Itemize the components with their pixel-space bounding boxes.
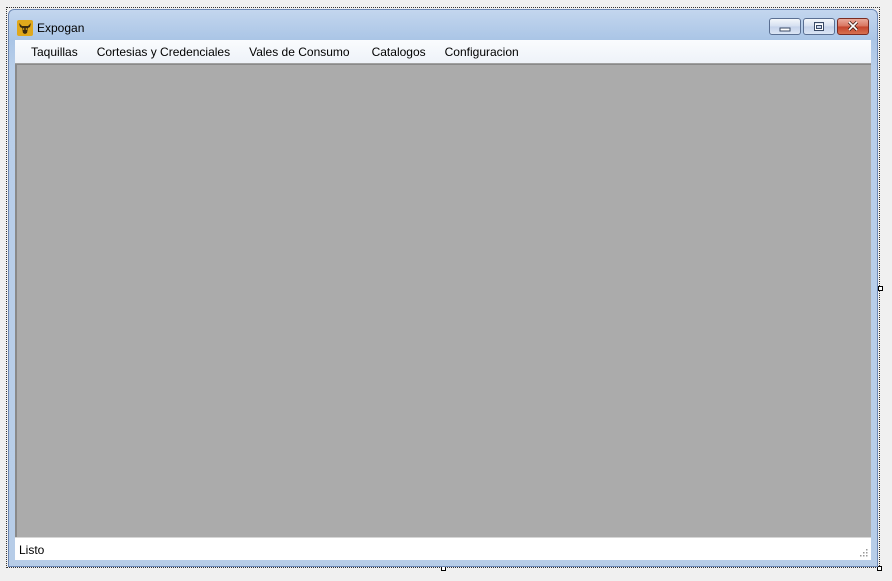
window-title: Expogan xyxy=(37,21,85,35)
menu-item-cortesias[interactable]: Cortesias y Credenciales xyxy=(88,42,239,62)
title-bar[interactable]: Expogan xyxy=(9,10,877,40)
menu-bar: Taquillas Cortesias y Credenciales Vales… xyxy=(15,40,871,64)
menu-item-configuracion[interactable]: Configuracion xyxy=(436,42,528,62)
menu-item-vales[interactable]: Vales de Consumo xyxy=(240,42,359,62)
maximize-button[interactable] xyxy=(803,18,835,35)
minimize-button[interactable] xyxy=(769,18,801,35)
maximize-icon xyxy=(814,22,824,31)
menu-item-catalogos[interactable]: Catalogos xyxy=(363,42,435,62)
caption-buttons xyxy=(767,18,869,36)
resize-handle-right[interactable] xyxy=(878,286,883,291)
bull-head-icon xyxy=(17,20,33,36)
status-text: Listo xyxy=(19,543,45,557)
close-button[interactable] xyxy=(837,18,869,35)
minimize-icon xyxy=(779,27,791,32)
mdi-client-area xyxy=(15,64,871,537)
close-icon xyxy=(847,20,859,32)
main-window: Expogan Taquillas Cortesias y Credencial… xyxy=(8,9,878,567)
menu-item-taquillas[interactable]: Taquillas xyxy=(22,42,87,62)
status-bar: Listo xyxy=(15,537,871,560)
size-grip-icon[interactable] xyxy=(858,547,868,557)
form-designer-canvas: Expogan Taquillas Cortesias y Credencial… xyxy=(0,0,892,581)
